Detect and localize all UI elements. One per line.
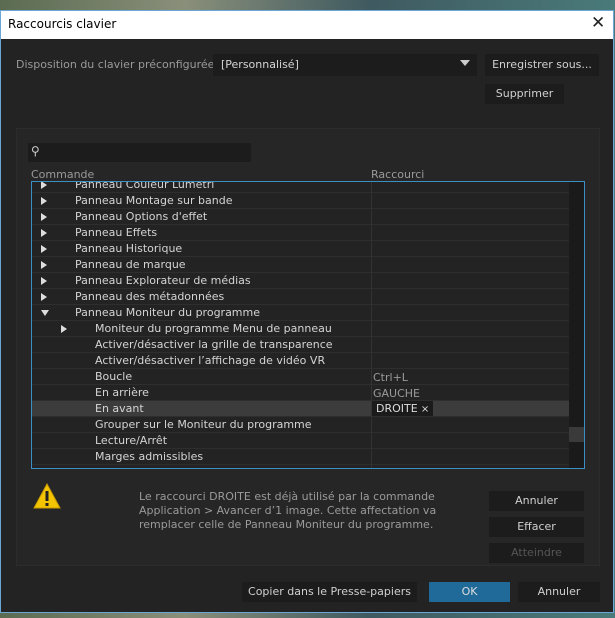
command-label: Panneau Historique [75, 242, 183, 255]
command-label: Panneau Effets [75, 226, 158, 239]
window-title: Raccourcis clavier [8, 17, 117, 31]
command-label: Panneau Moniteur du programme [75, 306, 261, 319]
search-input[interactable]: ⚲ [28, 143, 251, 162]
table-row[interactable]: Moniteur du programme Menu de panneau [32, 321, 569, 337]
copy-to-clipboard-button[interactable]: Copier dans le Presse-papiers [242, 582, 417, 602]
table-row[interactable]: Panneau Montage sur bande [32, 193, 569, 209]
warning-icon [33, 483, 61, 509]
preset-dropdown[interactable]: [Personnalisé] [213, 54, 477, 76]
goto-button[interactable]: Atteindre [489, 543, 584, 563]
table-row[interactable]: Panneau de marque [32, 257, 569, 273]
chevron-down-icon [460, 60, 470, 66]
table-row[interactable]: Grouper sur le Moniteur du programme [32, 417, 569, 433]
command-label: Panneau de marque [75, 258, 186, 271]
shortcuts-panel: ⚲ Commande Raccourci Panneau Couleur Lum… [16, 128, 600, 566]
table-row[interactable]: Panneau des métadonnées [32, 289, 569, 305]
table-row[interactable]: En avant DROITE × [32, 401, 569, 417]
command-label: Panneau Couleur Lumetri [75, 181, 215, 191]
command-label: Grouper sur le Moniteur du programme [95, 418, 312, 431]
close-icon[interactable]: ✕ [591, 13, 605, 33]
command-label: Boucle [95, 370, 133, 383]
expand-arrow-right-icon[interactable] [41, 245, 47, 253]
command-label: Activer/désactiver la grille de transpar… [95, 338, 333, 351]
table-row[interactable]: Panneau Couleur Lumetri [32, 181, 569, 193]
save-as-button[interactable]: Enregistrer sous... [485, 54, 599, 76]
search-icon: ⚲ [31, 144, 40, 158]
cancel-button[interactable]: Annuler [518, 582, 600, 602]
command-label: En avant [95, 402, 144, 415]
command-label: Panneau Options d'effet [75, 210, 208, 223]
clear-button[interactable]: Effacer [489, 517, 584, 537]
table-row[interactable]: Activer/désactiver la grille de transpar… [32, 337, 569, 353]
command-label: Panneau Explorateur de médias [75, 274, 251, 287]
table-row[interactable]: Activer/désactiver l’affichage de vidéo … [32, 353, 569, 369]
table-row[interactable]: Lecture/Arrêt [32, 433, 569, 449]
table-row[interactable]: Panneau Effets [32, 225, 569, 241]
column-divider [371, 182, 372, 468]
title-bar: Raccourcis clavier ✕ [1, 11, 613, 39]
expand-arrow-right-icon[interactable] [41, 197, 47, 205]
scrollbar[interactable] [569, 182, 584, 468]
expand-arrow-right-icon[interactable] [41, 182, 47, 189]
ok-button[interactable]: OK [429, 582, 510, 602]
command-label: Moniteur du programme Menu de panneau [95, 322, 332, 335]
table-row[interactable]: Marges admissibles [32, 449, 569, 465]
command-label: Activer/désactiver l’affichage de vidéo … [95, 354, 326, 367]
preset-value: [Personnalisé] [221, 58, 299, 71]
command-label: Marges admissibles [95, 450, 204, 463]
column-header-shortcut[interactable]: Raccourci [371, 168, 424, 181]
expand-arrow-right-icon[interactable] [41, 277, 47, 285]
scrollbar-thumb[interactable] [569, 427, 584, 442]
expand-arrow-right-icon[interactable] [41, 261, 47, 269]
table-row[interactable]: En arrière GAUCHE [32, 385, 569, 401]
column-header-command[interactable]: Commande [31, 168, 94, 181]
command-label: En arrière [95, 386, 149, 399]
expand-arrow-down-icon[interactable] [41, 310, 49, 316]
table-row[interactable]: Panneau Explorateur de médias [32, 273, 569, 289]
shortcut-key-chip[interactable]: DROITE × [372, 401, 434, 416]
command-label: Lecture/Arrêt [95, 434, 168, 447]
command-label: Panneau des métadonnées [75, 290, 225, 303]
table-row[interactable]: Boucle Ctrl+L [32, 369, 569, 385]
undo-button[interactable]: Annuler [489, 491, 584, 511]
table-row[interactable]: Panneau Options d'effet [32, 209, 569, 225]
delete-button[interactable]: Supprimer [485, 84, 564, 104]
expand-arrow-right-icon[interactable] [41, 213, 47, 221]
expand-arrow-right-icon[interactable] [61, 325, 67, 333]
command-label: Panneau Montage sur bande [75, 194, 233, 207]
preset-label: Disposition du clavier préconfigurée : [16, 58, 222, 71]
remove-shortcut-icon[interactable]: × [418, 404, 429, 415]
expand-arrow-right-icon[interactable] [41, 293, 47, 301]
shortcuts-table: Panneau Couleur Lumetri Panneau Montage s… [31, 181, 585, 469]
table-row[interactable]: Panneau Moniteur du programme [32, 305, 569, 321]
expand-arrow-right-icon[interactable] [41, 229, 47, 237]
shortcut-value: Ctrl+L [373, 371, 408, 384]
shortcut-key: DROITE [376, 402, 418, 415]
keyboard-shortcuts-dialog: Raccourcis clavier ✕ Disposition du clav… [0, 10, 614, 613]
shortcut-value: GAUCHE [373, 387, 421, 400]
conflict-message: Le raccourci DROITE est déjà utilisé par… [139, 490, 437, 531]
table-row[interactable]: Panneau Historique [32, 241, 569, 257]
